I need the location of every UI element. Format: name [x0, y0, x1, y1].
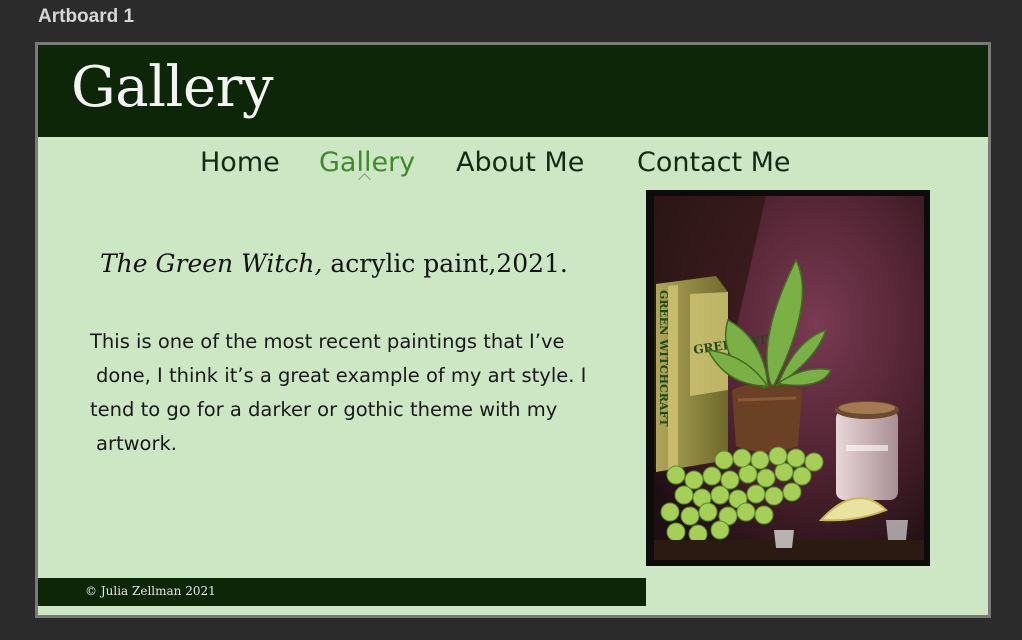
- artwork-title: The Green Witch,: [100, 249, 323, 278]
- description-line: This is one of the most recent paintings…: [90, 330, 565, 353]
- site-footer: © Julia Zellman 2021: [38, 578, 646, 606]
- description-line: tend to go for a darker or gothic theme …: [90, 398, 558, 421]
- pot-shape: [732, 383, 802, 452]
- nav-home[interactable]: Home: [200, 147, 280, 178]
- jar-shape: [836, 410, 898, 500]
- artwork-details: acrylic paint,2021.: [322, 249, 568, 278]
- site-header: Gallery: [38, 45, 988, 137]
- artwork-caption: The Green Witch, acrylic paint,2021.: [100, 249, 568, 278]
- nav-gallery[interactable]: Gallery: [319, 147, 415, 178]
- description-line: done, I think it’s a great example of my…: [96, 364, 587, 387]
- nav-about-me[interactable]: About Me: [456, 147, 584, 178]
- page-title: Gallery: [71, 55, 274, 120]
- description-line: artwork.: [96, 432, 177, 455]
- artwork-description: This is one of the most recent paintings…: [90, 325, 610, 461]
- artboard: Gallery Home Gallery About Me Contact Me…: [35, 42, 991, 618]
- painting-svg: GREEN WITCHCRAFT GREEN WITCH: [654, 196, 924, 560]
- painting-image: GREEN WITCHCRAFT GREEN WITCH: [646, 190, 930, 566]
- artboard-label: Artboard 1: [38, 6, 135, 27]
- footer-copyright: © Julia Zellman 2021: [85, 584, 216, 598]
- book-spine-text: GREEN WITCHCRAFT: [657, 290, 670, 427]
- nav-contact-me[interactable]: Contact Me: [637, 147, 791, 178]
